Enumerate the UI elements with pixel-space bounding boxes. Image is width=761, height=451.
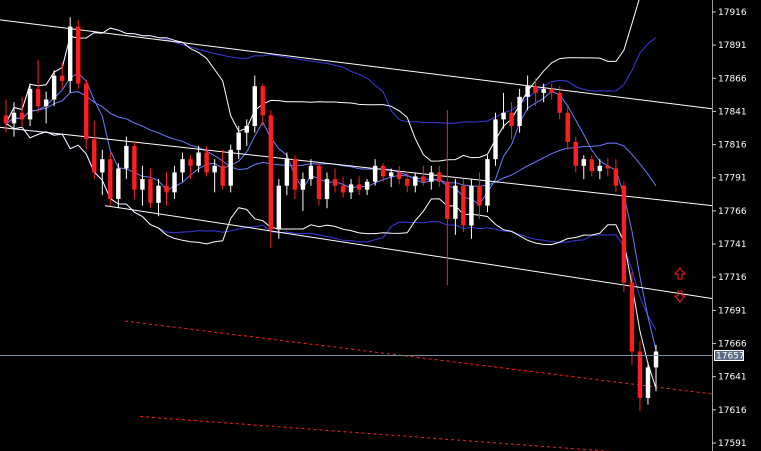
y-tick-label: 17916: [718, 8, 747, 18]
candle-body: [244, 126, 249, 133]
candle-body: [204, 152, 209, 173]
candle-body: [645, 367, 651, 398]
candle-body: [501, 112, 506, 120]
candle-body: [43, 99, 49, 107]
candle-body: [541, 88, 546, 93]
y-tick-label: 17691: [718, 306, 747, 316]
candle-body: [76, 26, 81, 84]
candle-body: [517, 96, 522, 127]
candle-body: [108, 159, 113, 199]
candle-body: [557, 92, 562, 113]
candle-body: [421, 176, 426, 182]
candle-body: [67, 26, 73, 81]
candle-body: [260, 86, 265, 116]
candle-body: [581, 159, 586, 166]
candle-body: [188, 159, 193, 166]
y-tick-label: 17616: [718, 406, 747, 416]
candle-body: [212, 165, 217, 173]
price-chart: 17916 17891 17866 17841 17816 17791 17766 17741…: [0, 0, 761, 451]
candle-body: [380, 165, 386, 177]
candle-body: [549, 88, 554, 93]
y-tick-label: 17591: [718, 439, 747, 449]
candle-body: [356, 184, 362, 190]
candle-body: [605, 165, 611, 169]
candle-body: [485, 159, 490, 206]
candle-body: [156, 185, 161, 203]
candle-body: [140, 179, 145, 190]
y-tick-label: 17791: [718, 174, 747, 184]
candle-body: [405, 179, 410, 186]
candle-body: [388, 172, 394, 177]
y-tick-label: 17766: [718, 207, 747, 217]
candle-body: [437, 172, 442, 182]
candle-body: [132, 145, 137, 190]
candle-body: [469, 185, 474, 226]
candle-body: [429, 172, 434, 182]
candle-body: [300, 179, 306, 190]
candle-body: [308, 165, 314, 180]
y-tick-label: 17816: [718, 141, 747, 151]
current-price-label: 17657: [716, 351, 745, 361]
candle-body: [35, 88, 41, 107]
candle-body: [461, 185, 466, 226]
current-price-badge: 17657: [714, 349, 745, 361]
candle-body: [597, 165, 603, 172]
candle-body: [236, 132, 241, 150]
candle-body: [637, 351, 643, 398]
candle-body: [3, 115, 9, 124]
candle-body: [493, 119, 498, 160]
y-tick-label: 17891: [718, 41, 747, 51]
candle-body: [59, 75, 65, 81]
candle-body: [268, 115, 274, 230]
candle-body: [621, 185, 627, 283]
candle-body: [180, 159, 185, 173]
candle-body: [124, 145, 129, 169]
candle-body: [84, 83, 89, 140]
candle-body: [11, 112, 17, 124]
candle-body: [27, 88, 33, 120]
candle-body: [220, 165, 225, 186]
candle-body: [276, 185, 282, 230]
y-tick-label: 17741: [718, 240, 747, 250]
candle-body: [565, 112, 570, 142]
candle-body: [589, 159, 595, 172]
candle-body: [164, 185, 169, 193]
candle-body: [172, 172, 177, 193]
y-tick-label: 17866: [718, 74, 747, 84]
candle-body: [332, 179, 338, 186]
candle-body: [453, 185, 458, 219]
candle-body: [653, 351, 659, 368]
candle-body: [228, 149, 233, 186]
candle-body: [292, 159, 298, 190]
candle-body: [629, 282, 635, 352]
candle-body: [51, 75, 57, 100]
candle-body: [573, 141, 578, 166]
candle-body: [613, 168, 619, 186]
candle-body: [92, 139, 97, 173]
candle-body: [148, 179, 153, 203]
candle-body: [284, 159, 290, 186]
candle-body: [477, 185, 482, 206]
y-tick-label: 17641: [718, 373, 747, 383]
y-tick-label: 17716: [718, 273, 747, 283]
y-tick-label: 17841: [718, 107, 747, 117]
candle-body: [397, 172, 402, 180]
candle-body: [116, 168, 121, 199]
candle-body: [509, 112, 514, 127]
candle-body: [316, 165, 322, 199]
candle-body: [19, 112, 25, 120]
candle-body: [372, 165, 378, 182]
candle-body: [533, 86, 538, 93]
candle-body: [100, 159, 105, 173]
candle-body: [445, 181, 450, 219]
candle-body: [525, 86, 530, 97]
candle-body: [340, 185, 346, 193]
candle-body: [252, 86, 257, 127]
y-tick-label: 17666: [718, 340, 747, 350]
candle-body: [413, 176, 418, 186]
candle-body: [324, 179, 330, 199]
candle-body: [364, 181, 370, 190]
candle-body: [196, 152, 201, 166]
candle-body: [348, 184, 354, 193]
